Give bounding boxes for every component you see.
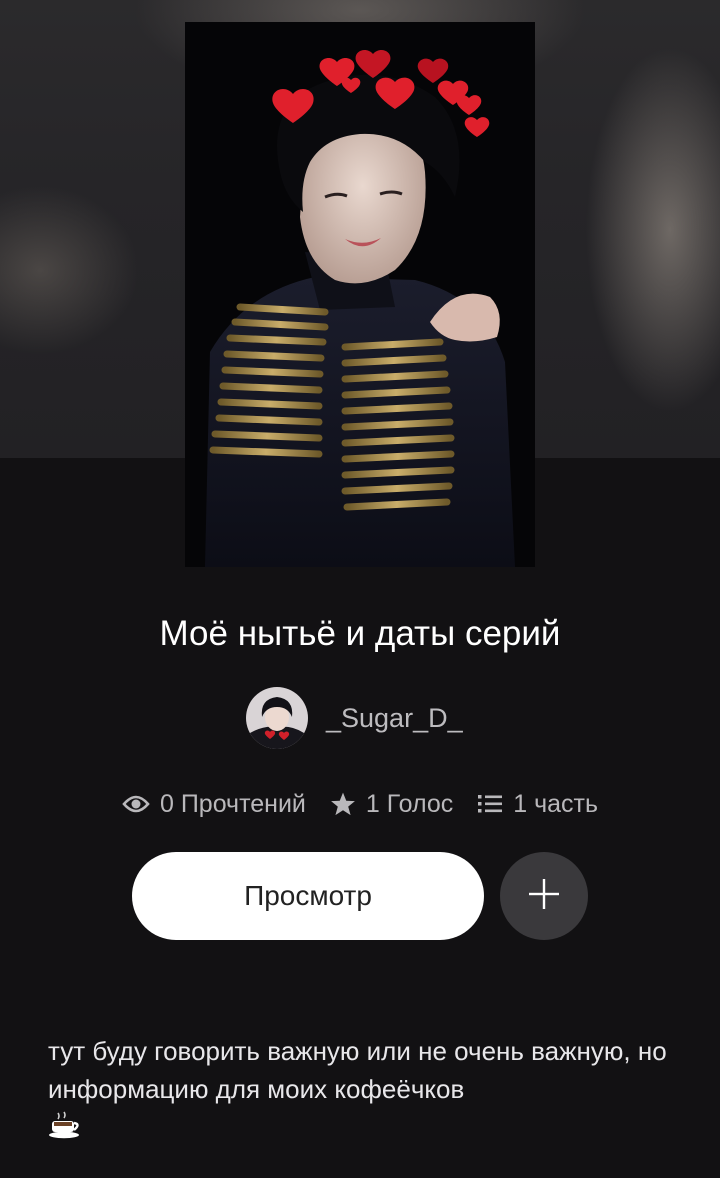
story-details-page: Моё нытьё и даты серий _Sugar_D_ 0 Прочт… [0,0,720,1178]
add-to-library-button[interactable] [500,852,588,940]
reads-stat: 0 Прочтений [122,790,306,819]
votes-count: 1 Голос [365,789,454,818]
story-title: Моё нытьё и даты серий [159,614,561,653]
story-stats: 0 Прочтений 1 Голос 1 часть [0,784,720,824]
reads-count: 0 Прочтений [159,789,306,818]
author-link[interactable]: _Sugar_D_ [246,687,463,749]
coffee-cup-icon [48,1110,84,1140]
parts-count: 1 часть [513,789,599,818]
parts-stat: 1 часть [477,790,598,819]
votes-stat: 1 Голос [330,790,453,819]
list-icon [477,793,503,815]
star-icon [330,791,356,817]
author-name[interactable]: _Sugar_D_ [326,703,463,734]
story-description: тут буду говорить важную или не очень ва… [48,1032,688,1140]
plus-icon [527,877,561,916]
eye-icon [122,794,150,814]
author-avatar[interactable] [246,687,308,749]
story-cover-image[interactable] [185,22,535,567]
description-text: тут буду говорить важную или не очень ва… [48,1036,667,1104]
view-story-button[interactable]: Просмотр [132,852,484,940]
